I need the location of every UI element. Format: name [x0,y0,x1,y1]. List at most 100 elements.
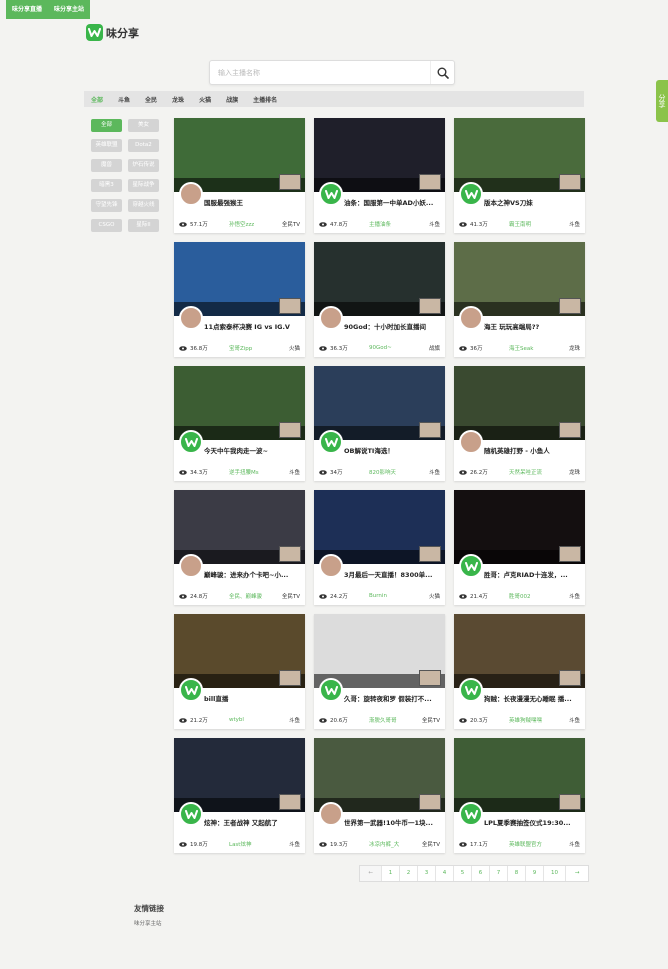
anchor-name[interactable]: 820影响天 [369,468,429,476]
stream-thumbnail[interactable] [454,738,585,812]
nav-quanmin[interactable]: 全民 [145,95,157,104]
stream-title[interactable]: 炫神：王者战神 又起航了 [204,817,302,827]
stream-title[interactable]: 久哥：旋转夜和罗 假装打不... [344,693,442,703]
share-side-tab[interactable]: 分享 [656,80,668,122]
page-6[interactable]: 6 [472,866,490,881]
anchor-name[interactable]: 英雄狗贼嘿嘿 [509,716,569,724]
stream-card[interactable]: 国服最强猴王 57.1万 孙悟空zzz 全民TV [174,118,305,233]
stream-thumbnail[interactable] [174,490,305,564]
stream-thumbnail[interactable] [314,614,445,688]
anchor-name[interactable]: 霸王南明 [509,220,569,228]
stream-thumbnail[interactable] [314,366,445,440]
stream-card[interactable]: OB解说TI海选！ 34万 820影响天 斗鱼 [314,366,445,481]
tag-csgo[interactable]: CSGO [91,219,122,232]
stream-card[interactable]: 90God：十小时加长直播间 36.3万 90God~ 战旗 [314,242,445,357]
tab-live[interactable]: 味分享直播 [6,0,48,19]
nav-longzhu[interactable]: 龙珠 [172,95,184,104]
page-5[interactable]: 5 [454,866,472,881]
page-10[interactable]: 10 [544,866,566,881]
prev-page-button[interactable]: ← [360,866,382,881]
stream-title[interactable]: OB解说TI海选！ [344,445,442,455]
stream-card[interactable]: 今天中午我肉走一波~ 34.3万 逆手扭腰Ms 斗鱼 [174,366,305,481]
stream-card[interactable]: 狗贼：长夜漫漫无心睡眠 播... 20.3万 英雄狗贼嘿嘿 斗鱼 [454,614,585,729]
anchor-name[interactable]: 冰凉内裤_大 [369,840,422,848]
stream-thumbnail[interactable] [174,242,305,316]
stream-thumbnail[interactable] [314,118,445,192]
tag-dota2[interactable]: Dota2 [128,139,159,152]
tag-beauty[interactable]: 美女 [128,119,159,132]
stream-title[interactable]: 油条：国服第一中单AD小妖... [344,197,442,207]
nav-douyu[interactable]: 斗鱼 [118,95,130,104]
stream-card[interactable]: 胜哥：卢克RIAD十连发，... 21.4万 胜哥002 斗鱼 [454,490,585,605]
search-input[interactable] [210,61,430,84]
anchor-name[interactable]: 逆手扭腰Ms [229,468,289,476]
nav-ranking[interactable]: 主播排名 [253,95,277,104]
page-9[interactable]: 9 [526,866,544,881]
nav-all[interactable]: 全部 [91,95,103,104]
stream-thumbnail[interactable] [454,242,585,316]
stream-title[interactable]: 狗贼：长夜漫漫无心睡眠 播... [484,693,582,703]
anchor-name[interactable]: 海王Seak [509,344,569,352]
anchor-name[interactable]: 宝哥Zipp [229,344,289,352]
anchor-name[interactable]: Last炫神 [229,840,289,848]
anchor-name[interactable]: 渐脱久哥哥 [369,716,422,724]
stream-title[interactable]: 版本之神VS刀妹 [484,197,582,207]
stream-card[interactable]: 海王 玩玩高端局?? 36万 海王Seak 龙珠 [454,242,585,357]
stream-title[interactable]: 世界第一武器!10牛币一1块... [344,817,442,827]
anchor-name[interactable]: 主播油条 [369,220,429,228]
anchor-name[interactable]: wtybl [229,717,289,723]
stream-title[interactable]: 随机英雄打野 - 小鱼人 [484,445,582,455]
stream-title[interactable]: 90God：十小时加长直播间 [344,321,442,331]
friendly-link-item[interactable]: 味分享主站 [134,919,162,927]
stream-card[interactable]: 11点索泰杯决赛 IG vs IG.V 36.8万 宝哥Zipp 火猫 [174,242,305,357]
stream-title[interactable]: 巅峰骏：进来办个卡吧~小... [204,569,302,579]
stream-card[interactable]: 油条：国服第一中单AD小妖... 47.8万 主播油条 斗鱼 [314,118,445,233]
tag-starcraft2[interactable]: 星际II [128,219,159,232]
stream-thumbnail[interactable] [174,614,305,688]
stream-thumbnail[interactable] [314,490,445,564]
anchor-name[interactable]: 全民、巅峰骏 [229,592,282,600]
stream-card[interactable]: bill直播 21.2万 wtybl 斗鱼 [174,614,305,729]
tag-starwar[interactable]: 星际战争 [128,179,159,192]
stream-thumbnail[interactable] [174,738,305,812]
stream-thumbnail[interactable] [454,614,585,688]
anchor-name[interactable]: 天然呆哇正流 [509,468,569,476]
page-1[interactable]: 1 [382,866,400,881]
tag-lol[interactable]: 英雄联盟 [91,139,122,152]
page-8[interactable]: 8 [508,866,526,881]
anchor-name[interactable]: 90God~ [369,345,429,351]
page-7[interactable]: 7 [490,866,508,881]
page-3[interactable]: 3 [418,866,436,881]
stream-card[interactable]: 世界第一武器!10牛币一1块... 19.3万 冰凉内裤_大 全民TV [314,738,445,853]
stream-card[interactable]: 炫神：王者战神 又起航了 19.8万 Last炫神 斗鱼 [174,738,305,853]
anchor-name[interactable]: 孙悟空zzz [229,220,282,228]
stream-thumbnail[interactable] [314,738,445,812]
page-2[interactable]: 2 [400,866,418,881]
nav-huomao[interactable]: 火猫 [199,95,211,104]
stream-title[interactable]: 胜哥：卢克RIAD十连发，... [484,569,582,579]
stream-card[interactable]: 3月最后一天直播！8300单... 24.2万 Burnin 火猫 [314,490,445,605]
search-button[interactable] [430,61,454,84]
stream-card[interactable]: LPL夏季赛抽签仪式19:30... 17.1万 英雄联盟官方 斗鱼 [454,738,585,853]
page-4[interactable]: 4 [436,866,454,881]
stream-title[interactable]: 海王 玩玩高端局?? [484,321,582,331]
stream-thumbnail[interactable] [174,118,305,192]
tag-all[interactable]: 全部 [91,119,122,132]
tag-overwatch[interactable]: 守望先锋 [91,199,122,212]
stream-title[interactable]: 今天中午我肉走一波~ [204,445,302,455]
anchor-name[interactable]: 英雄联盟官方 [509,840,569,848]
stream-card[interactable]: 版本之神VS刀妹 41.3万 霸王南明 斗鱼 [454,118,585,233]
tag-hearthstone[interactable]: 炉石传说 [128,159,159,172]
stream-card[interactable]: 随机英雄打野 - 小鱼人 26.2万 天然呆哇正流 龙珠 [454,366,585,481]
site-logo[interactable]: 味分享 [86,24,139,41]
stream-thumbnail[interactable] [454,118,585,192]
tag-warcraft[interactable]: 魔兽 [91,159,122,172]
anchor-name[interactable]: 胜哥002 [509,592,569,600]
stream-title[interactable]: 国服最强猴王 [204,197,302,207]
anchor-name[interactable]: Burnin [369,593,429,599]
nav-zhanqi[interactable]: 战旗 [226,95,238,104]
stream-title[interactable]: LPL夏季赛抽签仪式19:30... [484,817,582,827]
stream-thumbnail[interactable] [174,366,305,440]
stream-title[interactable]: bill直播 [204,693,302,703]
stream-title[interactable]: 11点索泰杯决赛 IG vs IG.V [204,321,302,331]
